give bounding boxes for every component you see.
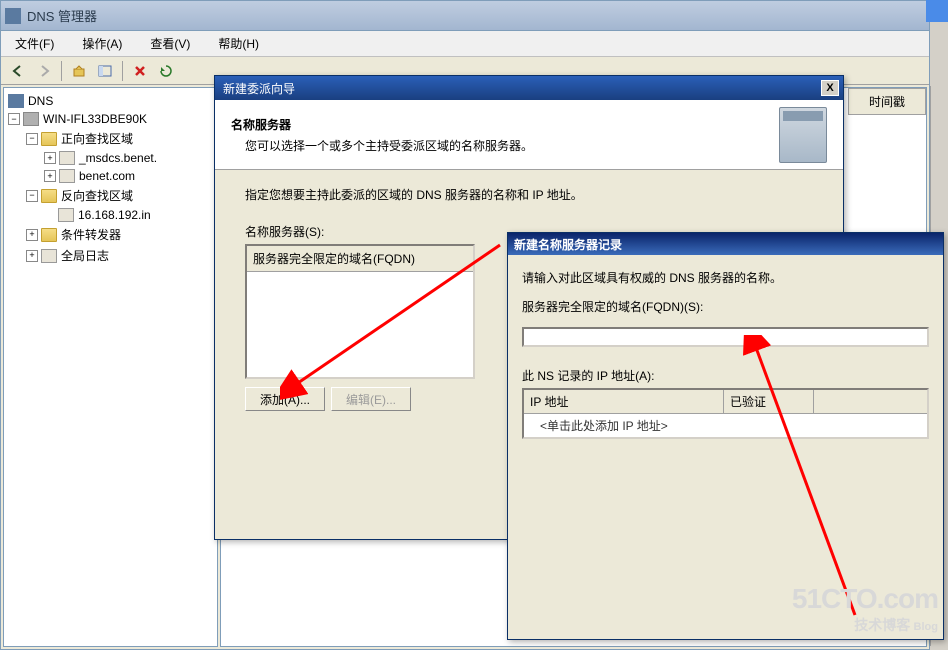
expand-icon[interactable]: + [44,152,56,164]
menubar: 文件(F) 操作(A) 查看(V) 帮助(H) [1,31,929,57]
log-icon [41,249,57,263]
nameservers-listbox[interactable]: 服务器完全限定的域名(FQDN) [245,244,475,379]
add-button[interactable]: 添加(A)... [245,387,325,411]
watermark: 51CTO.com 技术博客 Blog [792,583,938,635]
server-icon [23,112,39,126]
main-title: DNS 管理器 [27,6,97,25]
zone-icon [59,151,75,165]
folder-icon [41,189,57,203]
wizard-title: 新建委派向导 [219,80,295,97]
ns-prompt-text: 请输入对此区域具有权威的 DNS 服务器的名称。 [522,269,929,286]
add-ip-placeholder[interactable]: <单击此处添加 IP 地址> [524,414,927,437]
tree-global-log[interactable]: + 全局日志 [4,245,217,266]
edit-button[interactable]: 编辑(E)... [331,387,411,411]
folder-icon [41,132,57,146]
expand-icon[interactable]: + [44,170,56,182]
verified-column-header[interactable]: 已验证 [724,390,814,413]
main-titlebar[interactable]: DNS 管理器 [1,1,929,31]
server-image-icon [779,107,827,163]
tree-zone-reverse[interactable]: 16.168.192.in [4,206,217,224]
column-timestamp[interactable]: 时间戳 [848,88,926,115]
delete-button[interactable] [129,60,151,82]
ns-titlebar[interactable]: 新建名称服务器记录 [508,233,943,255]
menu-view[interactable]: 查看(V) [144,33,196,54]
up-button[interactable] [68,60,90,82]
zone-icon [59,169,75,183]
tree-zone-benet[interactable]: + benet.com [4,167,217,185]
wizard-header-subtitle: 您可以选择一个或多个主持受委派区域的名称服务器。 [231,137,779,154]
collapse-icon[interactable]: − [8,113,20,125]
ns-record-dialog: 新建名称服务器记录 请输入对此区域具有权威的 DNS 服务器的名称。 服务器完全… [507,232,944,640]
wizard-header-title: 名称服务器 [231,116,779,133]
collapse-icon[interactable]: − [26,133,38,145]
back-button[interactable] [7,60,29,82]
refresh-button[interactable] [155,60,177,82]
expand-icon[interactable]: + [26,229,38,241]
tree-cond-fwd[interactable]: + 条件转发器 [4,224,217,245]
wizard-header: 名称服务器 您可以选择一个或多个主持受委派区域的名称服务器。 [215,100,843,170]
menu-action[interactable]: 操作(A) [76,33,128,54]
tree-fwd-lookup[interactable]: − 正向查找区域 [4,128,217,149]
tree-server[interactable]: − WIN-IFL33DBE90K [4,110,217,128]
dns-icon [8,94,24,108]
zone-icon [58,208,74,222]
wizard-instruction: 指定您想要主持此委派的区域的 DNS 服务器的名称和 IP 地址。 [245,186,813,203]
show-hide-button[interactable] [94,60,116,82]
dns-app-icon [5,8,21,24]
ns-dialog-title: 新建名称服务器记录 [514,236,622,253]
expand-icon[interactable]: + [26,250,38,262]
tree-panel[interactable]: DNS − WIN-IFL33DBE90K − 正向查找区域 + [3,87,218,647]
close-button[interactable]: X [821,80,839,96]
menu-help[interactable]: 帮助(H) [212,33,265,54]
folder-icon [41,228,57,242]
tree-zone-msdcs[interactable]: + _msdcs.benet. [4,149,217,167]
tree-rev-lookup[interactable]: − 反向查找区域 [4,185,217,206]
watermark-logo: 51CTO.com [792,583,938,615]
ip-address-list[interactable]: IP 地址 已验证 <单击此处添加 IP 地址> [522,388,929,439]
fqdn-input[interactable] [522,327,929,347]
wizard-titlebar[interactable]: 新建委派向导 X [215,76,843,100]
fqdn-label: 服务器完全限定的域名(FQDN)(S): [522,298,929,315]
listbox-column-fqdn[interactable]: 服务器完全限定的域名(FQDN) [247,246,473,272]
ip-column-header[interactable]: IP 地址 [524,390,724,413]
menu-file[interactable]: 文件(F) [9,33,60,54]
collapse-icon[interactable]: − [26,190,38,202]
ip-address-label: 此 NS 记录的 IP 地址(A): [522,367,929,384]
window-corner [926,0,948,22]
forward-button[interactable] [33,60,55,82]
tree-root-dns[interactable]: DNS [4,92,217,110]
